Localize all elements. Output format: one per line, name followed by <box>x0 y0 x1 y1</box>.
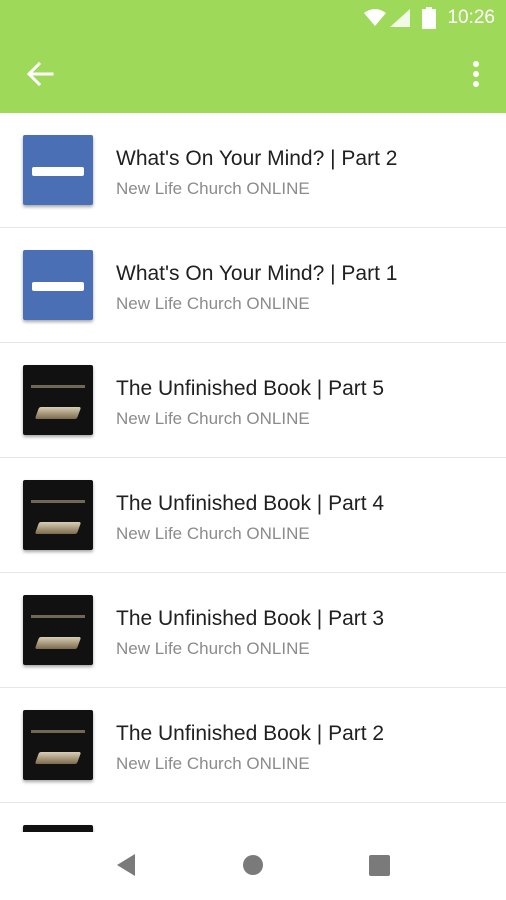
episode-thumbnail <box>23 250 93 320</box>
episode-thumbnail <box>23 365 93 435</box>
episode-title: The Unfinished Book | Part 4 <box>116 492 385 515</box>
episode-title: What's On Your Mind? | Part 1 <box>116 262 398 285</box>
list-item[interactable]: What's On Your Mind? | Part 2 New Life C… <box>0 113 506 228</box>
episode-thumbnail <box>23 595 93 665</box>
list-item[interactable]: The Unfinished Book | Part 5 New Life Ch… <box>0 343 506 458</box>
system-nav-bar <box>0 832 506 900</box>
episode-subtitle: New Life Church ONLINE <box>116 409 310 428</box>
episode-subtitle: New Life Church ONLINE <box>116 179 310 198</box>
episode-thumbnail <box>23 135 93 205</box>
app-bar: 10:26 <box>0 0 506 113</box>
battery-icon <box>422 7 436 29</box>
episode-subtitle: New Life Church ONLINE <box>116 754 310 773</box>
episode-thumbnail <box>23 710 93 780</box>
episode-thumbnail <box>23 480 93 550</box>
status-bar: 10:26 <box>0 0 506 36</box>
status-time: 10:26 <box>447 7 495 28</box>
wifi-icon <box>364 9 386 26</box>
episode-title: The Unfinished Book | Part 2 <box>116 722 385 745</box>
episode-subtitle: New Life Church ONLINE <box>116 639 310 658</box>
episode-title: The Unfinished Book | Part 5 <box>116 377 385 400</box>
list-item[interactable] <box>0 803 506 832</box>
more-options-icon[interactable] <box>464 58 488 90</box>
episode-subtitle: New Life Church ONLINE <box>116 294 310 313</box>
episode-subtitle: New Life Church ONLINE <box>116 524 310 543</box>
nav-home-icon[interactable] <box>242 854 264 876</box>
list-item[interactable]: The Unfinished Book | Part 3 New Life Ch… <box>0 573 506 688</box>
signal-icon <box>390 9 410 27</box>
episode-title: The Unfinished Book | Part 3 <box>116 607 385 630</box>
nav-recents-icon[interactable] <box>369 855 390 876</box>
back-arrow-icon[interactable] <box>22 56 58 92</box>
list-item[interactable]: The Unfinished Book | Part 4 New Life Ch… <box>0 458 506 573</box>
episode-thumbnail <box>23 825 93 832</box>
list-item[interactable]: What's On Your Mind? | Part 1 New Life C… <box>0 228 506 343</box>
episode-title: What's On Your Mind? | Part 2 <box>116 147 398 170</box>
list-item[interactable]: The Unfinished Book | Part 2 New Life Ch… <box>0 688 506 803</box>
nav-back-icon[interactable] <box>115 852 137 878</box>
episode-list: What's On Your Mind? | Part 2 New Life C… <box>0 113 506 832</box>
